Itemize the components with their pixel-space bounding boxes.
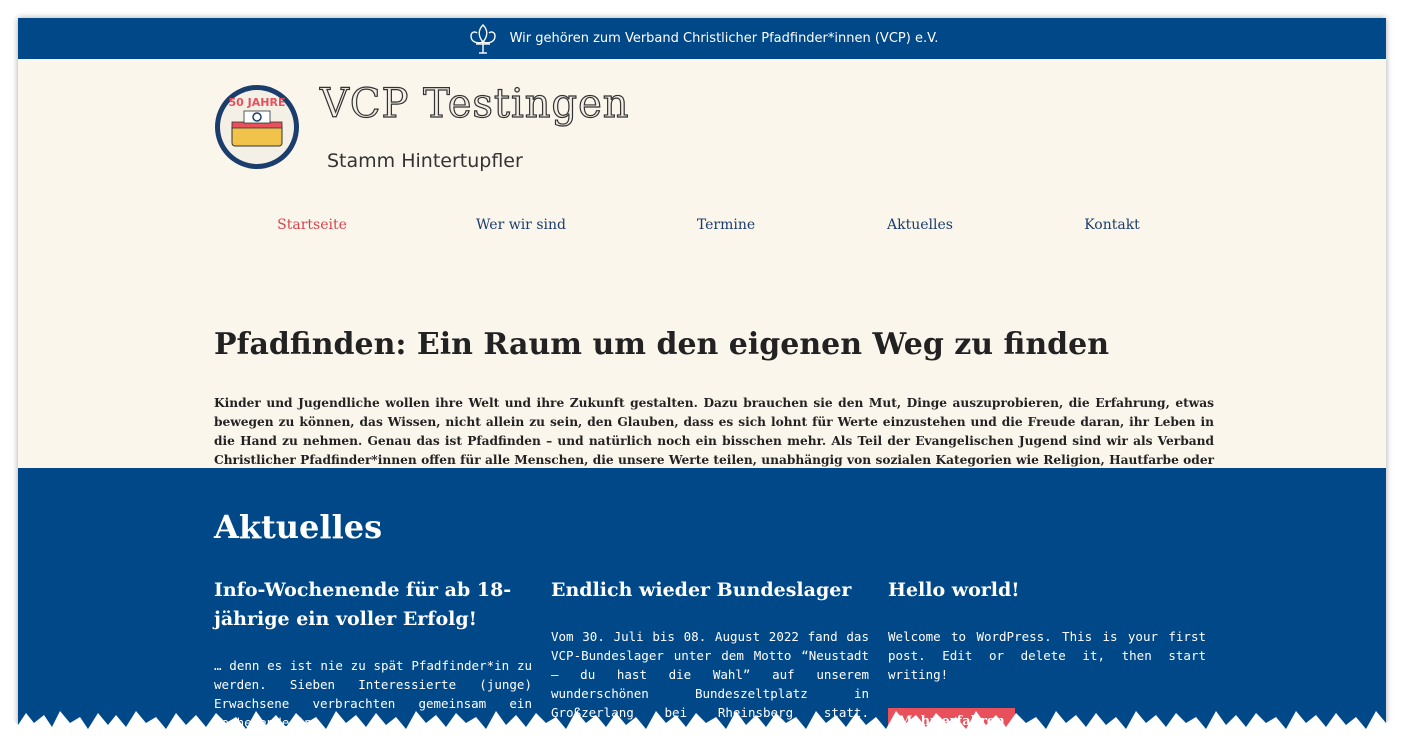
news-card-excerpt: Welcome to WordPress. This is your first… (888, 629, 1206, 682)
site-subtitle: Stamm Hintertupfler (327, 150, 523, 172)
site-logo[interactable]: 50 JAHRE (214, 84, 300, 170)
news-card-title[interactable]: Info-Wochenende für ab 18-jährige ein vo… (214, 576, 532, 634)
banner-text[interactable]: Wir gehören zum Verband Christlicher Pfa… (510, 31, 939, 46)
news-section-title: Aktuelles (214, 508, 383, 546)
nav-item-termine[interactable]: Termine (697, 217, 755, 233)
browser-viewport: Wir gehören zum Verband Christlicher Pfa… (18, 18, 1386, 730)
news-card-title[interactable]: Endlich wieder Bundeslager (551, 576, 869, 605)
fleur-de-lis-icon (469, 23, 496, 54)
hero-heading: Pfadfinden: Ein Raum um den eigenen Weg … (214, 327, 1110, 362)
nav-item-kontakt[interactable]: Kontakt (1084, 217, 1140, 233)
site-title[interactable]: VCP Testingen (319, 80, 630, 127)
header-section: 50 JAHRE VCP Testingen Stamm Hintertupfl… (18, 59, 1386, 486)
news-card-title[interactable]: Hello world! (888, 576, 1206, 605)
torn-edge-decoration (0, 711, 1404, 745)
top-banner: Wir gehören zum Verband Christlicher Pfa… (18, 18, 1386, 59)
nav-item-startseite[interactable]: Startseite (277, 217, 347, 233)
news-section: Aktuelles Info-Wochenende für ab 18-jähr… (18, 468, 1386, 730)
nav-item-aktuelles[interactable]: Aktuelles (887, 217, 953, 233)
nav-item-wer-wir-sind[interactable]: Wer wir sind (476, 217, 566, 233)
logo-badge-text: 50 JAHRE (229, 96, 286, 109)
